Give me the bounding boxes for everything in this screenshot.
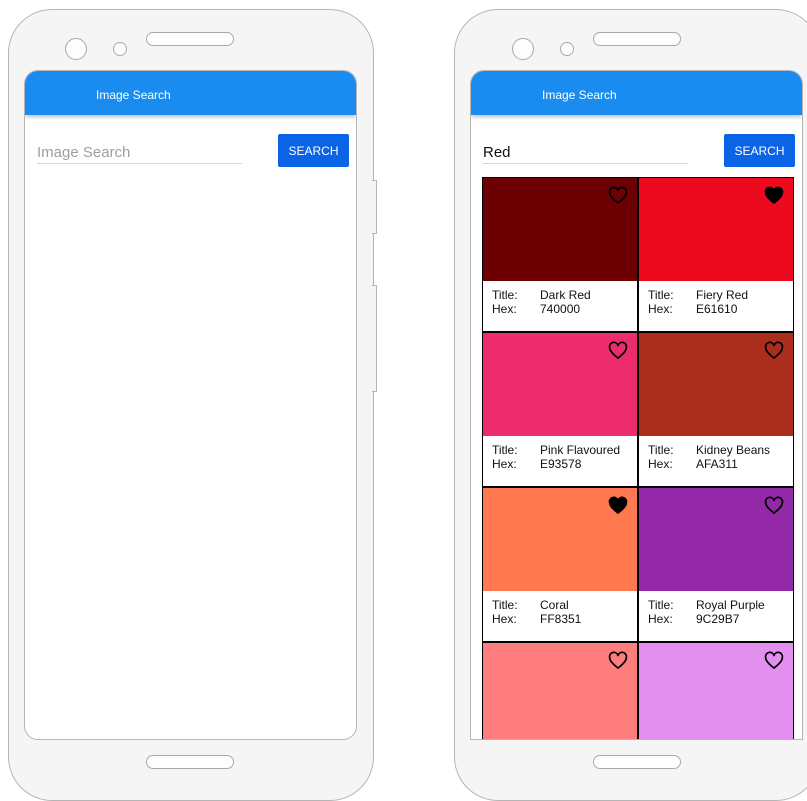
- color-title: Royal Purple: [696, 598, 765, 612]
- color-meta: Title: Royal Purple Hex: 9C29B7: [648, 598, 765, 626]
- color-results-grid: Title: Dark Red Hex: 740000 Title: Fiery Red H…: [482, 177, 797, 739]
- color-meta: Title: Fiery Red Hex: E61610: [648, 288, 748, 316]
- color-title: Pink Flavoured: [540, 443, 621, 457]
- search-button-right[interactable]: SEARCH: [724, 134, 795, 167]
- home-indicator-left[interactable]: [146, 755, 234, 769]
- title-label: Title:: [648, 443, 674, 457]
- heart-outline-icon[interactable]: [764, 496, 784, 516]
- color-hex: FF8351: [540, 612, 582, 626]
- phone-side-button-left: [372, 180, 377, 234]
- proximity-sensor-left: [113, 42, 127, 56]
- color-meta: Title: Coral Hex: FF8351: [492, 598, 581, 626]
- hex-label: Hex:: [492, 302, 517, 316]
- color-meta: Title: Pink Flavoured Hex: E93578: [492, 443, 620, 471]
- color-card[interactable]: Title: Pink Flavoured Hex: E93578: [482, 332, 638, 487]
- proximity-sensor-right: [560, 42, 574, 56]
- color-hex: 9C29B7: [696, 612, 740, 626]
- heart-outline-icon[interactable]: [608, 651, 628, 671]
- heart-filled-icon[interactable]: [608, 496, 628, 516]
- title-label: Title:: [492, 443, 518, 457]
- color-title: Kidney Beans: [696, 443, 771, 457]
- heart-outline-icon[interactable]: [764, 341, 784, 361]
- color-hex: 740000: [540, 302, 581, 316]
- color-card[interactable]: Title:Hex:: [482, 642, 638, 739]
- color-card[interactable]: Title:Hex:: [638, 642, 794, 739]
- color-hex: E93578: [540, 457, 582, 471]
- color-hex: E61610: [696, 302, 738, 316]
- title-label: Title:: [648, 598, 674, 612]
- heart-outline-icon[interactable]: [764, 651, 784, 671]
- heart-outline-icon[interactable]: [608, 186, 628, 206]
- title-label: Title:: [492, 288, 518, 302]
- hex-label: Hex:: [648, 612, 673, 626]
- color-title: Coral: [540, 598, 569, 612]
- hex-label: Hex:: [492, 612, 517, 626]
- app-bar-right: Image Search: [471, 71, 802, 115]
- heart-outline-icon[interactable]: [608, 341, 628, 361]
- color-meta: Title: Dark Red Hex: 740000: [492, 288, 591, 316]
- color-card[interactable]: Title: Dark Red Hex: 740000: [482, 177, 638, 332]
- front-camera-left: [65, 38, 87, 60]
- search-button-left[interactable]: SEARCH: [278, 134, 349, 167]
- home-indicator-right[interactable]: [593, 755, 681, 769]
- color-card[interactable]: Title: Royal Purple Hex: 9C29B7: [638, 487, 794, 642]
- hex-label: Hex:: [648, 302, 673, 316]
- color-hex: AFA311: [696, 457, 738, 471]
- title-label: Title:: [492, 598, 518, 612]
- screen-left: Image Search SEARCH: [24, 70, 357, 740]
- color-card[interactable]: Title: Fiery Red Hex: E61610: [638, 177, 794, 332]
- search-input-right[interactable]: [483, 141, 688, 164]
- search-input-left[interactable]: [37, 141, 242, 164]
- screen-right: Image Search SEARCH Title: Dark Red Hex: 74…: [470, 70, 803, 740]
- app-bar-title-left: Image Search: [96, 88, 171, 102]
- color-title: Dark Red: [540, 288, 591, 302]
- earpiece-speaker-right: [593, 32, 681, 46]
- app-bar-left: Image Search: [25, 71, 356, 115]
- phone-side-button-left-2: [372, 285, 377, 392]
- heart-filled-icon[interactable]: [764, 186, 784, 206]
- color-meta: Title: Kidney Beans Hex: AFA311: [648, 443, 770, 471]
- color-card[interactable]: Title: Coral Hex: FF8351: [482, 487, 638, 642]
- hex-label: Hex:: [648, 457, 673, 471]
- app-bar-title-right: Image Search: [542, 88, 617, 102]
- color-card[interactable]: Title: Kidney Beans Hex: AFA311: [638, 332, 794, 487]
- color-title: Fiery Red: [696, 288, 749, 302]
- front-camera-right: [512, 38, 534, 60]
- title-label: Title:: [648, 288, 674, 302]
- earpiece-speaker-left: [146, 32, 234, 46]
- hex-label: Hex:: [492, 457, 517, 471]
